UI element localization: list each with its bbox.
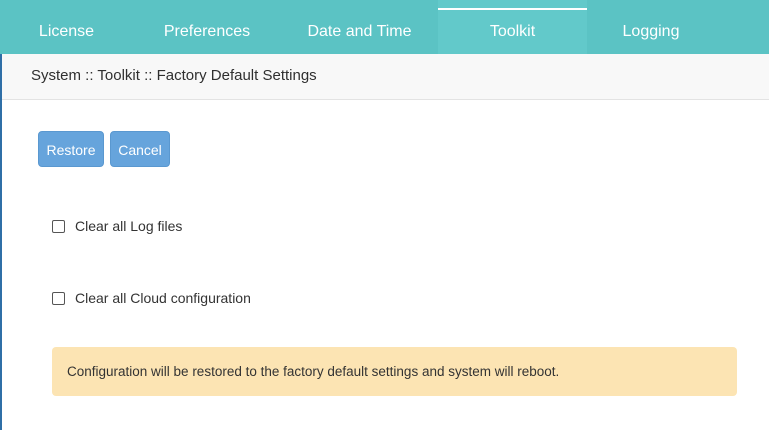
clear-cloud-config-label: Clear all Cloud configuration xyxy=(75,290,251,306)
top-tab-bar: License Preferences Date and Time Toolki… xyxy=(0,0,769,54)
cancel-button[interactable]: Cancel xyxy=(110,131,170,167)
breadcrumb: System :: Toolkit :: Factory Default Set… xyxy=(31,67,317,84)
tab-cloud[interactable]: Cu xyxy=(715,0,769,54)
clear-cloud-config-checkbox[interactable] xyxy=(52,291,65,305)
tab-logging[interactable]: Logging xyxy=(587,0,715,54)
breadcrumb-bar: System :: Toolkit :: Factory Default Set… xyxy=(2,54,769,100)
clear-log-files-label: Clear all Log files xyxy=(75,218,183,234)
tab-license[interactable]: License xyxy=(0,0,133,54)
content-left-border xyxy=(0,54,2,430)
restore-button[interactable]: Restore xyxy=(38,131,104,167)
tab-date-and-time[interactable]: Date and Time xyxy=(281,0,438,54)
tab-preferences[interactable]: Preferences xyxy=(133,0,281,54)
tab-toolkit[interactable]: Toolkit xyxy=(438,0,587,54)
clear-log-files-checkbox[interactable] xyxy=(52,219,65,233)
factory-default-page: License Preferences Date and Time Toolki… xyxy=(0,0,769,430)
reboot-warning-alert: Configuration will be restored to the fa… xyxy=(52,347,737,396)
clear-cloud-config-option[interactable]: Clear all Cloud configuration xyxy=(52,288,251,308)
clear-log-files-option[interactable]: Clear all Log files xyxy=(52,216,182,236)
